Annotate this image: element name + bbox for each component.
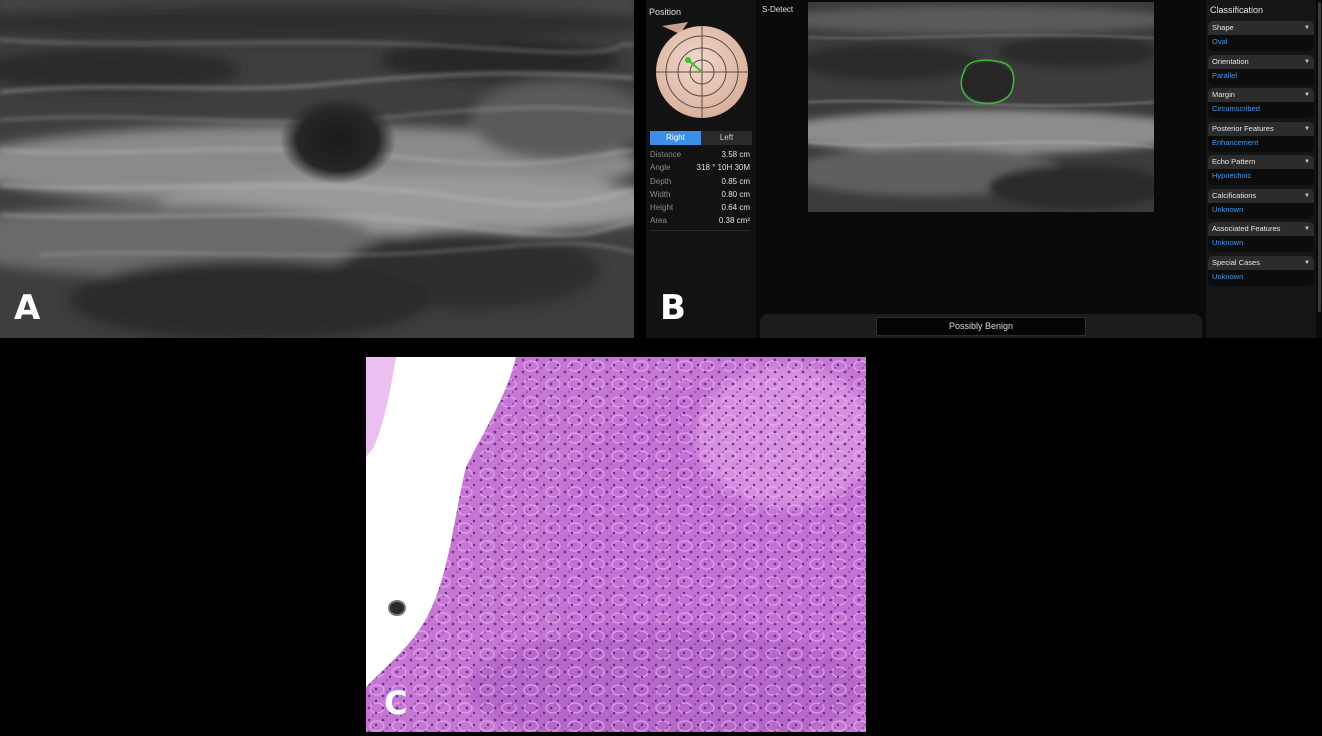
result-badge: Possibly Benign (876, 317, 1086, 336)
measurement-label: Angle (650, 163, 671, 173)
measurement-label: Area (650, 216, 667, 226)
panel-label-c: C (384, 684, 408, 722)
classification-panel: Classification Shape ▼ Oval Orientation ▼ … (1206, 0, 1316, 338)
classification-label: Echo Pattern (1212, 157, 1256, 166)
side-right-button[interactable]: Right (650, 131, 701, 145)
lesion-region (962, 62, 1014, 102)
measurement-value: 0.80 cm (721, 189, 750, 199)
ultrasound-image-a: A (0, 0, 634, 338)
classification-value: Unknown (1212, 204, 1244, 214)
dropdown-arrow-icon[interactable]: ▼ (1304, 21, 1310, 35)
dropdown-arrow-icon[interactable]: ▼ (1304, 88, 1310, 102)
measurement-value: 3.58 cm (721, 150, 750, 159)
dropdown-arrow-icon[interactable]: ▼ (1304, 122, 1310, 136)
ultrasound-texture-a (0, 0, 634, 338)
classification-item-associated-features[interactable]: Associated Features ▼ Unknown (1208, 222, 1314, 252)
classification-item-orientation[interactable]: Orientation ▼ Parallel (1208, 54, 1314, 85)
measurement-row-distance: Distance 3.58 cm (650, 148, 754, 161)
measurement-row-height: Height 0.64 cm (650, 201, 754, 214)
classification-value: Parallel (1212, 70, 1238, 80)
classification-value: Unknown (1212, 238, 1244, 247)
artifact-particle (388, 600, 406, 616)
classification-value: Enhancement (1212, 137, 1259, 147)
measurement-label: Height (650, 203, 674, 213)
classification-label: Special Cases (1212, 257, 1260, 267)
side-left-button[interactable]: Left (701, 131, 752, 145)
bodymark-diagram (656, 22, 748, 118)
classification-label: Calcifications (1212, 190, 1257, 200)
probe-position-dot (685, 57, 691, 63)
dropdown-arrow-icon[interactable]: ▼ (1304, 189, 1310, 203)
ultrasound-image-b[interactable] (808, 2, 1154, 212)
classification-scrollbar[interactable] (1318, 2, 1321, 312)
measurement-value: 318 ° 10H 30M (696, 163, 750, 173)
dropdown-arrow-icon[interactable]: ▼ (1304, 222, 1310, 236)
dropdown-arrow-icon[interactable]: ▼ (1304, 155, 1310, 169)
classification-item-calcifications[interactable]: Calcifications ▼ Unknown (1208, 188, 1314, 219)
classification-item-margin[interactable]: Margin ▼ Circumscribed (1208, 88, 1314, 118)
measurement-row-width: Width 0.80 cm (650, 188, 754, 201)
histology-texture-c (366, 357, 866, 732)
classification-value: Hypoechoic (1212, 171, 1252, 180)
sdetect-title: S-Detect (762, 5, 794, 14)
dropdown-arrow-icon[interactable]: ▼ (1304, 256, 1310, 270)
dropdown-arrow-icon[interactable]: ▼ (1304, 55, 1310, 69)
side-toggle[interactable]: Right Left (650, 131, 752, 145)
classification-value: Unknown (1212, 271, 1244, 281)
measurement-row-angle: Angle 318 ° 10H 30M (650, 161, 754, 174)
classification-value: Oval (1212, 37, 1228, 46)
classification-label: Shape (1212, 23, 1234, 32)
ultrasound-texture-b (808, 2, 1154, 212)
measurement-divider (650, 230, 750, 231)
breast-bodymark[interactable] (650, 20, 750, 120)
measurement-value: 0.85 cm (721, 176, 750, 186)
classification-label: Margin (1212, 90, 1235, 99)
measurement-value: 0.64 cm (721, 203, 750, 213)
measurement-value: 0.38 cm² (718, 216, 750, 226)
classification-item-special-cases[interactable]: Special Cases ▼ Unknown (1208, 255, 1314, 286)
measurement-label: Depth (650, 176, 672, 186)
panel-label-a: A (14, 288, 41, 328)
classification-value: Circumscribed (1212, 104, 1260, 113)
classification-label: Associated Features (1212, 224, 1281, 233)
classification-item-posterior-features[interactable]: Posterior Features ▼ Enhancement (1208, 121, 1314, 152)
position-title: Position (649, 7, 682, 17)
panel-label-b: B (660, 288, 686, 328)
measurement-table: Distance 3.58 cm Angle 318 ° 10H 30M Dep… (650, 148, 754, 228)
measurement-label: Width (650, 189, 671, 199)
sdetect-panel: Position Right Left Distance 3.58 cm Ang… (646, 0, 1322, 338)
measurement-row-area: Area 0.38 cm² (650, 214, 754, 227)
classification-title: Classification (1210, 5, 1264, 15)
classification-item-echo-pattern[interactable]: Echo Pattern ▼ Hypoechoic (1208, 155, 1314, 185)
histology-image-c: C (366, 357, 866, 732)
measurement-row-depth: Depth 0.85 cm (650, 175, 754, 188)
classification-item-shape[interactable]: Shape ▼ Oval (1208, 21, 1314, 51)
classification-label: Orientation (1212, 56, 1249, 66)
measurement-label: Distance (650, 150, 682, 159)
classification-label: Posterior Features (1212, 123, 1274, 133)
